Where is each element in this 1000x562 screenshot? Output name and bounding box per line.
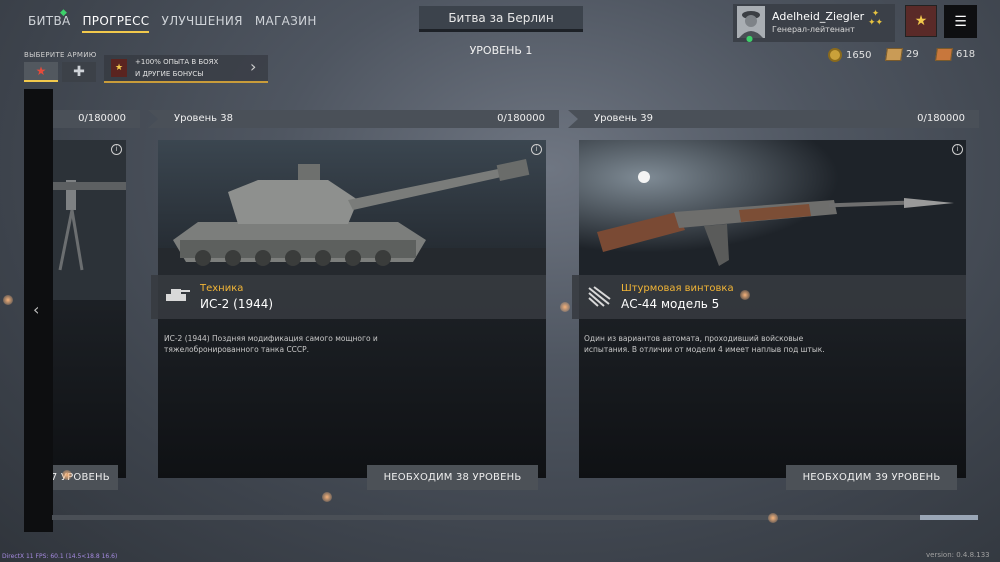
hamburger-icon: ☰ (954, 13, 967, 30)
machine-gun-icon (52, 140, 126, 300)
chevron-right-icon[interactable]: › (250, 57, 256, 76)
ember-particle (62, 470, 72, 480)
item-description-line2: испытания. В отличии от модели 4 имеет н… (584, 345, 825, 354)
required-level-38-button[interactable]: НЕОБХОДИМ 38 УРОВЕНЬ (367, 465, 538, 490)
item-name: ИС-2 (1944) (200, 297, 274, 311)
level-header-37: 0/180000 (52, 110, 140, 128)
main-nav: БИТВА ◆ ПРОГРЕСС УЛУЧШЕНИЯ МАГАЗИН (28, 8, 317, 33)
army-bonus-line1: +100% ОПЫТА В БОЯХ (135, 58, 219, 66)
rank-title: Генерал-лейтенант (772, 25, 855, 34)
army-bonus-line2: И ДРУГИЕ БОНУСЫ (135, 70, 204, 78)
nav-tab-progress[interactable]: ПРОГРЕСС (82, 14, 150, 33)
tank-category-icon (164, 286, 190, 309)
horizontal-scrollbar[interactable] (52, 515, 978, 520)
fps-counter: DirectX 11 FPS: 60.1 (14.5<18.8 16.6) (2, 553, 118, 560)
ember-particle (560, 302, 570, 312)
currency-gold: 1650 (828, 48, 871, 62)
battle-selector[interactable]: Битва за Берлин (419, 6, 583, 32)
chevron-left-icon[interactable]: ‹ (33, 300, 39, 319)
nav-tab-battle[interactable]: БИТВА ◆ (28, 8, 70, 33)
notification-dot-icon: ◆ (60, 8, 68, 18)
ember-particle (3, 295, 13, 305)
currency-tickets-value: 618 (956, 49, 976, 60)
menu-button[interactable]: ☰ (944, 5, 977, 38)
rifle-category-icon (586, 284, 612, 312)
level-name: Уровень 39 (594, 113, 653, 124)
level-header-39: Уровень 39 0/180000 (568, 110, 979, 128)
nav-tab-upgrades[interactable]: УЛУЧШЕНИЯ (161, 14, 242, 33)
online-status-icon: ● (746, 34, 753, 43)
item-description-line1: ИС-2 (1944) Поздняя модификация самого м… (164, 334, 378, 343)
campaign-level: УРОВЕНЬ 1 (469, 44, 533, 57)
nav-tab-progress-label: ПРОГРЕСС (82, 14, 150, 28)
required-level-38-label: НЕОБХОДИМ 38 УРОВЕНЬ (383, 472, 522, 483)
level-points: 0/180000 (78, 113, 126, 124)
nav-tab-shop[interactable]: МАГАЗИН (255, 14, 317, 33)
info-icon[interactable]: i (952, 144, 963, 155)
scrollbar-thumb[interactable] (920, 515, 978, 520)
ember-particle (740, 290, 750, 300)
item-description: Один из вариантов автомата, проходивший … (584, 333, 825, 355)
red-star-icon: ★ (35, 64, 47, 78)
nav-tab-upgrades-label: УЛУЧШЕНИЯ (161, 14, 243, 28)
currency-gold-value: 1650 (846, 49, 872, 61)
currency-tickets: 618 (935, 48, 976, 61)
iron-cross-icon: ✚ (73, 64, 85, 80)
info-icon[interactable]: i (531, 144, 542, 155)
item-description-line2: тяжелобронированного танка СССР. (164, 345, 310, 354)
army-german-button[interactable]: ✚ (62, 62, 96, 82)
army-emblem-icon: ★ (111, 59, 127, 77)
currency-orders: 29 (885, 48, 919, 61)
tank-is2-icon (158, 140, 546, 290)
item-description: ИС-2 (1944) Поздняя модификация самого м… (164, 333, 378, 355)
level-header-38: Уровень 38 0/180000 (148, 110, 559, 128)
username: Adelheid_Ziegler (772, 10, 865, 23)
item-category: Техника (200, 283, 244, 294)
level-name: Уровень 38 (174, 113, 233, 124)
nav-tab-shop-label: МАГАЗИН (254, 14, 317, 28)
required-level-39-button[interactable]: НЕОБХОДИМ 39 УРОВЕНЬ (786, 465, 957, 490)
item-category: Штурмовая винтовка (621, 283, 734, 294)
required-level-39-label: НЕОБХОДИМ 39 УРОВЕНЬ (802, 472, 941, 483)
army-soviet-button[interactable]: ★ (24, 62, 58, 82)
battle-name: Битва за Берлин (448, 11, 554, 25)
tickets-cards-icon (935, 48, 953, 61)
ember-particle (322, 492, 332, 502)
ember-particle (768, 513, 778, 523)
currency-orders-value: 29 (906, 49, 919, 60)
army-badge-icon[interactable]: ★ (905, 5, 937, 37)
version-label: version: 0.4.8.133 (926, 551, 990, 559)
level-points: 0/180000 (917, 113, 965, 124)
level-points: 0/180000 (497, 113, 545, 124)
orders-cards-icon (885, 48, 903, 61)
rank-stars-icon: ✦ ✦✦ (868, 9, 884, 28)
item-description-line1: Один из вариантов автомата, проходивший … (584, 334, 804, 343)
info-icon[interactable]: i (111, 144, 122, 155)
rifle-as44-icon (579, 140, 966, 290)
reward-card-37[interactable] (52, 140, 126, 478)
army-select-title: ВЫБЕРИТЕ АРМИЮ (24, 51, 97, 59)
army-bonus-text: +100% ОПЫТА В БОЯХ И ДРУГИЕ БОНУСЫ (135, 56, 218, 80)
item-name: АС-44 модель 5 (621, 297, 720, 311)
gold-coin-icon (828, 48, 842, 62)
